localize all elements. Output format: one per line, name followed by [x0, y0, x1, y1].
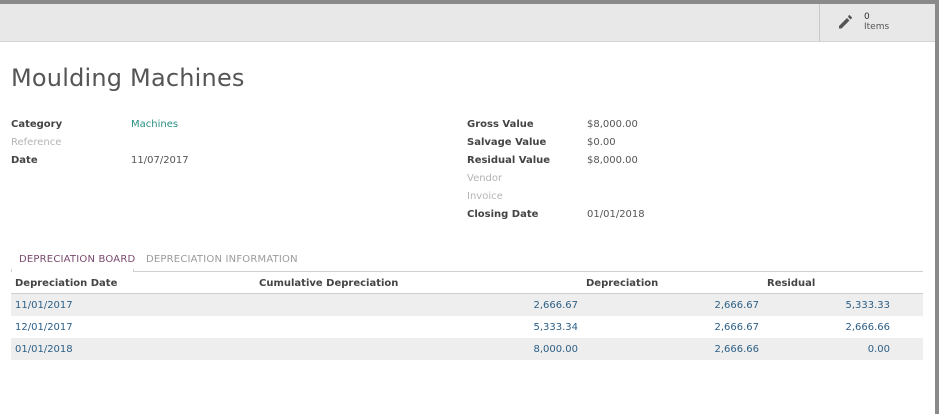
cell-date: 11/01/2017 — [15, 300, 73, 311]
closing-date-value: 01/01/2018 — [587, 209, 645, 220]
table-row[interactable]: 11/01/2017 2,666.67 2,666.67 5,333.33 — [11, 294, 923, 316]
col-cumulative-depreciation[interactable]: Cumulative Depreciation — [259, 278, 398, 289]
cell-depreciation: 2,666.66 — [714, 344, 759, 355]
gross-value: $8,000.00 — [587, 119, 638, 130]
cell-date: 12/01/2017 — [15, 322, 73, 333]
date-label: Date — [11, 155, 38, 166]
invoice-label: Invoice — [467, 191, 503, 202]
col-depreciation-date[interactable]: Depreciation Date — [15, 278, 117, 289]
salvage-value-label: Salvage Value — [467, 137, 547, 148]
items-stat-button[interactable]: 0 Items — [819, 4, 935, 42]
tab-depreciation-information[interactable]: DEPRECIATION INFORMATION — [146, 254, 298, 265]
depreciation-table: Depreciation Date Cumulative Depreciatio… — [11, 272, 923, 360]
col-residual[interactable]: Residual — [767, 278, 815, 289]
gross-value-label: Gross Value — [467, 119, 534, 130]
pencil-icon — [839, 14, 853, 29]
vendor-label: Vendor — [467, 173, 503, 184]
cell-residual: 2,666.66 — [845, 322, 890, 333]
items-count: 0 — [864, 12, 870, 22]
cell-cumulative: 5,333.34 — [533, 322, 578, 333]
cell-residual: 5,333.33 — [845, 300, 890, 311]
cell-depreciation: 2,666.67 — [714, 300, 759, 311]
table-row[interactable]: 01/01/2018 8,000.00 2,666.66 0.00 — [11, 338, 923, 360]
closing-date-label: Closing Date — [467, 209, 539, 220]
cell-depreciation: 2,666.67 — [714, 322, 759, 333]
category-link[interactable]: Machines — [131, 119, 178, 130]
table-row[interactable]: 12/01/2017 5,333.34 2,666.67 2,666.66 — [11, 316, 923, 338]
page-title: Moulding Machines — [11, 64, 245, 92]
cell-date: 01/01/2018 — [15, 344, 73, 355]
table-header: Depreciation Date Cumulative Depreciatio… — [11, 272, 923, 294]
date-value: 11/07/2017 — [131, 155, 189, 166]
cell-residual: 0.00 — [867, 344, 890, 355]
residual-value: $8,000.00 — [587, 155, 638, 166]
window-edge — [935, 0, 939, 414]
reference-label: Reference — [11, 137, 62, 148]
cell-cumulative: 8,000.00 — [533, 344, 578, 355]
col-depreciation[interactable]: Depreciation — [586, 278, 658, 289]
salvage-value: $0.00 — [587, 137, 616, 148]
category-label: Category — [11, 119, 63, 130]
cell-cumulative: 2,666.67 — [533, 300, 578, 311]
items-label: Items — [864, 22, 890, 32]
notebook-tabs: DEPRECIATION BOARD DEPRECIATION INFORMAT… — [11, 250, 923, 272]
residual-value-label: Residual Value — [467, 155, 551, 166]
tab-depreciation-board[interactable]: DEPRECIATION BOARD — [19, 254, 135, 265]
button-box: 0 Items — [0, 4, 935, 42]
